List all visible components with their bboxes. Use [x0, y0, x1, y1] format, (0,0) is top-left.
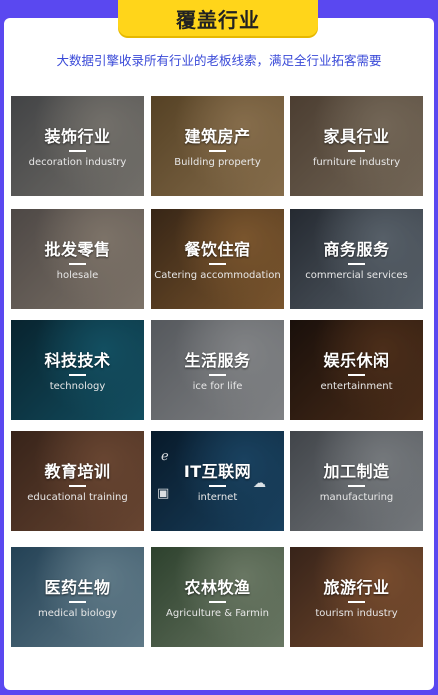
industry-english-name: tourism industry [315, 608, 398, 619]
industry-english-name: educational training [27, 492, 128, 503]
section-subtitle: 大数据引擎收录所有行业的老板线索，满足全行业拓客需要 [56, 53, 382, 68]
industry-english-name: manufacturing [319, 492, 394, 503]
industry-tile-life-services[interactable]: 生活服务 ice for life [151, 320, 284, 420]
divider-bar [69, 374, 86, 376]
industry-tile-building-property[interactable]: 建筑房产 Building property [151, 96, 284, 196]
divider-bar [69, 485, 86, 487]
industry-english-name: decoration industry [28, 157, 127, 168]
divider-bar [348, 601, 365, 603]
industry-name: 旅游行业 [323, 578, 390, 597]
divider-bar [69, 601, 86, 603]
industry-tile-technology[interactable]: 科技技术 technology [11, 320, 144, 420]
industry-tile-furniture[interactable]: 家具行业 furniture industry [290, 96, 423, 196]
divider-bar [209, 263, 226, 265]
industry-english-name: entertainment [320, 381, 393, 392]
industry-english-name: holesale [56, 270, 99, 281]
industry-english-name: furniture industry [312, 157, 401, 168]
industry-tile-decoration[interactable]: 装饰行业 decoration industry [11, 96, 144, 196]
industry-english-name: Agriculture & Farmin [166, 608, 269, 619]
divider-bar [209, 150, 226, 152]
industry-name: 医药生物 [44, 578, 111, 597]
industry-name: 教育培训 [44, 462, 111, 481]
industry-tile-commercial-services[interactable]: 商务服务 commercial services [290, 209, 423, 309]
industry-tile-entertainment[interactable]: 娱乐休闲 entertainment [290, 320, 423, 420]
industry-tile-manufacturing[interactable]: 加工制造 manufacturing [290, 431, 423, 531]
industry-name: 娱乐休闲 [323, 351, 390, 370]
industry-name: IT互联网 [183, 462, 252, 481]
divider-bar [348, 263, 365, 265]
industry-name: 建筑房产 [184, 127, 251, 146]
divider-bar [209, 485, 226, 487]
industry-tile-medical-biology[interactable]: 医药生物 medical biology [11, 547, 144, 647]
divider-bar [209, 374, 226, 376]
industry-name: 家具行业 [323, 127, 390, 146]
industry-name: 加工制造 [323, 462, 390, 481]
divider-bar [348, 485, 365, 487]
industry-tile-wholesale[interactable]: 批发零售 holesale [11, 209, 144, 309]
industry-english-name: internet [197, 492, 238, 503]
divider-bar [69, 263, 86, 265]
industry-name: 科技技术 [44, 351, 111, 370]
industry-tile-tourism[interactable]: 旅游行业 tourism industry [290, 547, 423, 647]
divider-bar [348, 150, 365, 152]
industry-name: 餐饮住宿 [184, 240, 251, 259]
industry-english-name: Catering accommodation [154, 270, 281, 281]
divider-bar [209, 601, 226, 603]
industry-tile-catering[interactable]: 餐饮住宿 Catering accommodation [151, 209, 284, 309]
industry-english-name: Building property [174, 157, 261, 168]
industry-name: 农林牧渔 [184, 578, 251, 597]
industry-name: 批发零售 [44, 240, 111, 259]
industry-name: 商务服务 [323, 240, 390, 259]
industry-english-name: commercial services [305, 270, 408, 281]
divider-bar [348, 374, 365, 376]
divider-bar [69, 150, 86, 152]
industry-english-name: medical biology [37, 608, 117, 619]
industry-name: 生活服务 [184, 351, 251, 370]
industry-grid: 装饰行业 decoration industry 建筑房产 Building p… [11, 96, 427, 648]
section-title: 覆盖行业 [118, 0, 318, 36]
industry-english-name: ice for life [192, 381, 243, 392]
industry-english-name: technology [49, 381, 106, 392]
industry-tile-agriculture[interactable]: 农林牧渔 Agriculture & Farmin [151, 547, 284, 647]
industry-tile-internet[interactable]: ℯ ▣ ☁ IT互联网 internet [151, 431, 284, 531]
industry-name: 装饰行业 [44, 127, 111, 146]
industry-tile-education[interactable]: 教育培训 educational training [11, 431, 144, 531]
